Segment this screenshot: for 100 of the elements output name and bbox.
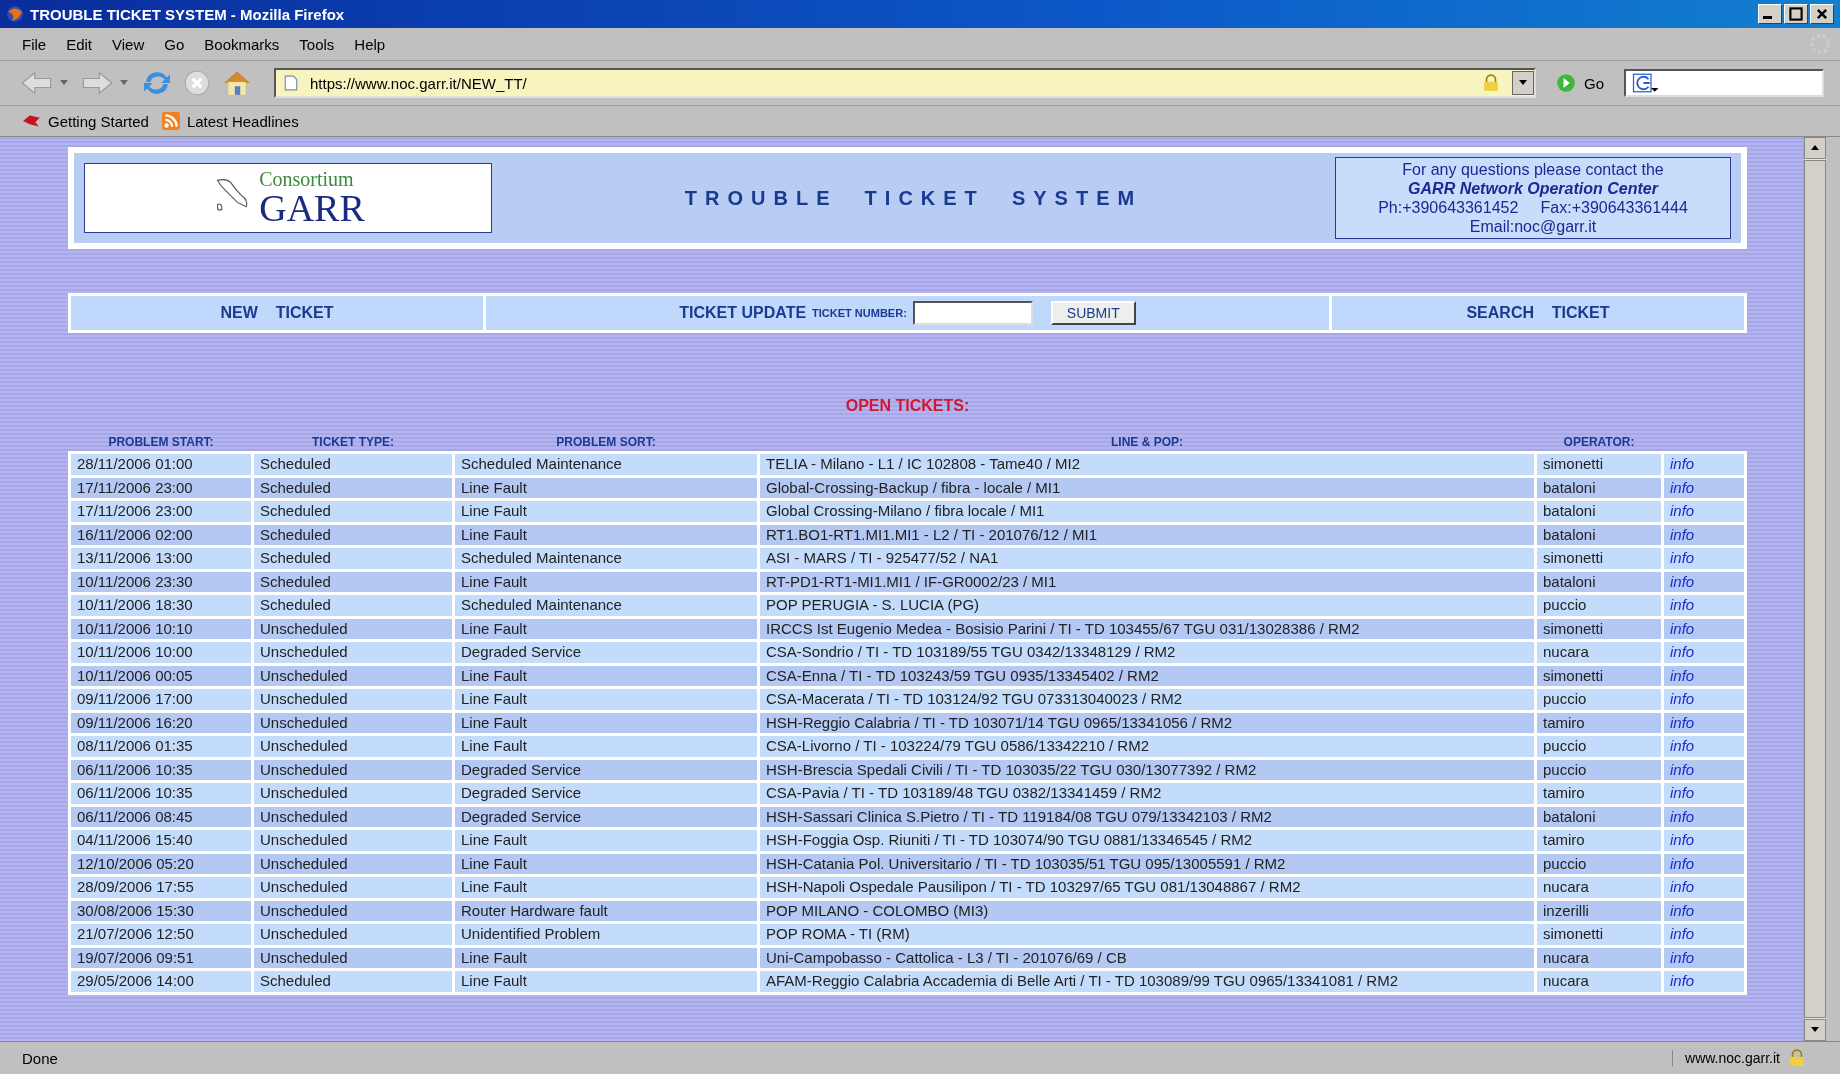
info-link[interactable]: info xyxy=(1664,665,1744,686)
table-cell: CSA-Enna / TI - TD 103243/59 TGU 0935/13345402 / RM2 xyxy=(760,665,1534,686)
table-cell: 29/05/2006 14:00 xyxy=(71,971,251,992)
table-cell: Uni-Campobasso - Cattolica - L3 / TI - 201076/69 / CB xyxy=(760,947,1534,968)
padlock-icon xyxy=(1788,1049,1806,1067)
table-cell: HSH-Catania Pol. Universitario / TI - TD 103035/51 TGU 095/13005591 / RM2 xyxy=(760,853,1534,874)
table-cell: Unscheduled xyxy=(254,830,452,851)
info-link[interactable]: info xyxy=(1664,524,1744,545)
table-cell: HSH-Napoli Ospedale Pausilipon / TI - TD 103297/65 TGU 081/13048867 / RM2 xyxy=(760,877,1534,898)
info-link[interactable]: info xyxy=(1664,830,1744,851)
up-arrow-icon xyxy=(1811,145,1819,151)
table-cell: HSH-Brescia Spedali Civili / TI - TD 103035/22 TGU 030/13077392 / RM2 xyxy=(760,759,1534,780)
info-link[interactable]: info xyxy=(1664,759,1744,780)
table-cell: 09/11/2006 17:00 xyxy=(71,689,251,710)
table-cell: bataloni xyxy=(1537,806,1661,827)
table-cell: bataloni xyxy=(1537,501,1661,522)
info-link[interactable]: info xyxy=(1664,712,1744,733)
logo-text: Consortium xyxy=(259,169,355,189)
table-cell: nucara xyxy=(1537,971,1661,992)
info-link[interactable]: info xyxy=(1664,595,1744,616)
menu-item[interactable]: Edit xyxy=(58,33,101,55)
contact-text: Ph:+390643361452 Fax:+390643361444 xyxy=(1378,198,1688,217)
search-ticket-link[interactable]: SEARCH TICKET xyxy=(1466,304,1610,322)
contact-text: For any questions please contact the xyxy=(1402,160,1664,179)
table-cell: simonetti xyxy=(1537,665,1661,686)
scrollbar[interactable] xyxy=(1803,137,1826,1041)
search-field[interactable] xyxy=(1624,69,1824,97)
table-cell: Scheduled xyxy=(254,571,452,592)
table-cell: Line Fault xyxy=(455,736,757,757)
info-link[interactable]: info xyxy=(1664,548,1744,569)
table-cell: 16/11/2006 02:00 xyxy=(71,524,251,545)
info-link[interactable]: info xyxy=(1664,877,1744,898)
table-cell: Unscheduled xyxy=(254,712,452,733)
maximize-icon xyxy=(1787,7,1805,21)
table-cell: bataloni xyxy=(1537,571,1661,592)
scroll-down-button[interactable] xyxy=(1804,1019,1826,1041)
new-ticket-link[interactable]: NEW TICKET xyxy=(220,304,334,322)
table-cell: Unscheduled xyxy=(254,618,452,639)
dropdown-button[interactable] xyxy=(1512,71,1534,95)
table-cell: Unscheduled xyxy=(254,759,452,780)
scroll-up-button[interactable] xyxy=(1804,137,1826,159)
table-cell: HSH-Sassari Clinica S.Pietro / TI - TD 119184/08 TGU 079/13342103 / RM2 xyxy=(760,806,1534,827)
caret-icon[interactable] xyxy=(120,80,128,86)
close-button[interactable] xyxy=(1810,4,1834,24)
table-cell: POP ROMA - TI (RM) xyxy=(760,924,1534,945)
column-header: LINE & POP: xyxy=(1110,435,1184,449)
info-link[interactable]: info xyxy=(1664,736,1744,757)
table-cell: Scheduled Maintenance xyxy=(455,595,757,616)
go-button[interactable]: Go xyxy=(1542,73,1618,93)
table-cell: CSA-Pavia / TI - TD 103189/48 TGU 0382/13341459 / RM2 xyxy=(760,783,1534,804)
table-cell: Scheduled xyxy=(254,477,452,498)
info-link[interactable]: info xyxy=(1664,454,1744,475)
logo-text: GARR xyxy=(259,189,365,227)
ticket-number-field[interactable] xyxy=(912,301,1033,325)
table-cell: Line Fault xyxy=(455,618,757,639)
maximize-button[interactable] xyxy=(1784,4,1808,24)
menu-item[interactable]: Help xyxy=(346,33,394,55)
info-link[interactable]: info xyxy=(1664,477,1744,498)
table-cell: bataloni xyxy=(1537,477,1661,498)
table-cell: Unscheduled xyxy=(254,853,452,874)
info-link[interactable]: info xyxy=(1664,853,1744,874)
info-link[interactable]: info xyxy=(1664,689,1744,710)
field-label: TICKET NUMBER: xyxy=(812,307,907,319)
info-link[interactable]: info xyxy=(1664,642,1744,663)
table-cell: Scheduled xyxy=(254,595,452,616)
info-link[interactable]: info xyxy=(1664,806,1744,827)
table-cell: 28/09/2006 17:55 xyxy=(71,877,251,898)
table-cell: Degraded Service xyxy=(455,783,757,804)
info-link[interactable]: info xyxy=(1664,501,1744,522)
submit-button[interactable]: SUBMIT xyxy=(1050,301,1136,325)
menu-item[interactable]: Go xyxy=(156,33,193,55)
table-cell: 19/07/2006 09:51 xyxy=(71,947,251,968)
info-link[interactable]: info xyxy=(1664,971,1744,992)
table-cell: puccio xyxy=(1537,736,1661,757)
menu-item[interactable]: View xyxy=(104,33,153,55)
page-title: TROUBLE TICKET SYSTEM xyxy=(683,186,1144,210)
info-link[interactable]: info xyxy=(1664,924,1744,945)
table-cell: Router Hardware fault xyxy=(455,900,757,921)
table-cell: 10/11/2006 00:05 xyxy=(71,665,251,686)
table-cell: Unscheduled xyxy=(254,806,452,827)
info-link[interactable]: info xyxy=(1664,571,1744,592)
info-link[interactable]: info xyxy=(1664,900,1744,921)
table-cell: IRCCS Ist Eugenio Medea - Bosisio Parini / TI - TD 103455/67 TGU 031/13028386 / RM2 xyxy=(760,618,1534,639)
table-cell: Unscheduled xyxy=(254,736,452,757)
menu-item[interactable]: Bookmarks xyxy=(196,33,288,55)
table-cell: 28/11/2006 01:00 xyxy=(71,454,251,475)
minimize-button[interactable] xyxy=(1758,4,1782,24)
menu-item[interactable]: Tools xyxy=(291,33,343,55)
table-cell: simonetti xyxy=(1537,548,1661,569)
address-field[interactable]: https://www.noc.garr.it/NEW_TT/ xyxy=(274,68,1536,98)
bookmark-link[interactable]: Latest Headlines xyxy=(160,112,299,130)
caret-icon[interactable] xyxy=(60,80,68,86)
menu-item[interactable]: File xyxy=(14,33,55,55)
info-link[interactable]: info xyxy=(1664,783,1744,804)
info-link[interactable]: info xyxy=(1664,618,1744,639)
info-link[interactable]: info xyxy=(1664,947,1744,968)
bookmark-link[interactable]: Getting Started xyxy=(22,112,149,130)
table-cell: simonetti xyxy=(1537,454,1661,475)
table-cell: ASI - MARS / TI - 925477/52 / NA1 xyxy=(760,548,1534,569)
table-cell: Unscheduled xyxy=(254,877,452,898)
